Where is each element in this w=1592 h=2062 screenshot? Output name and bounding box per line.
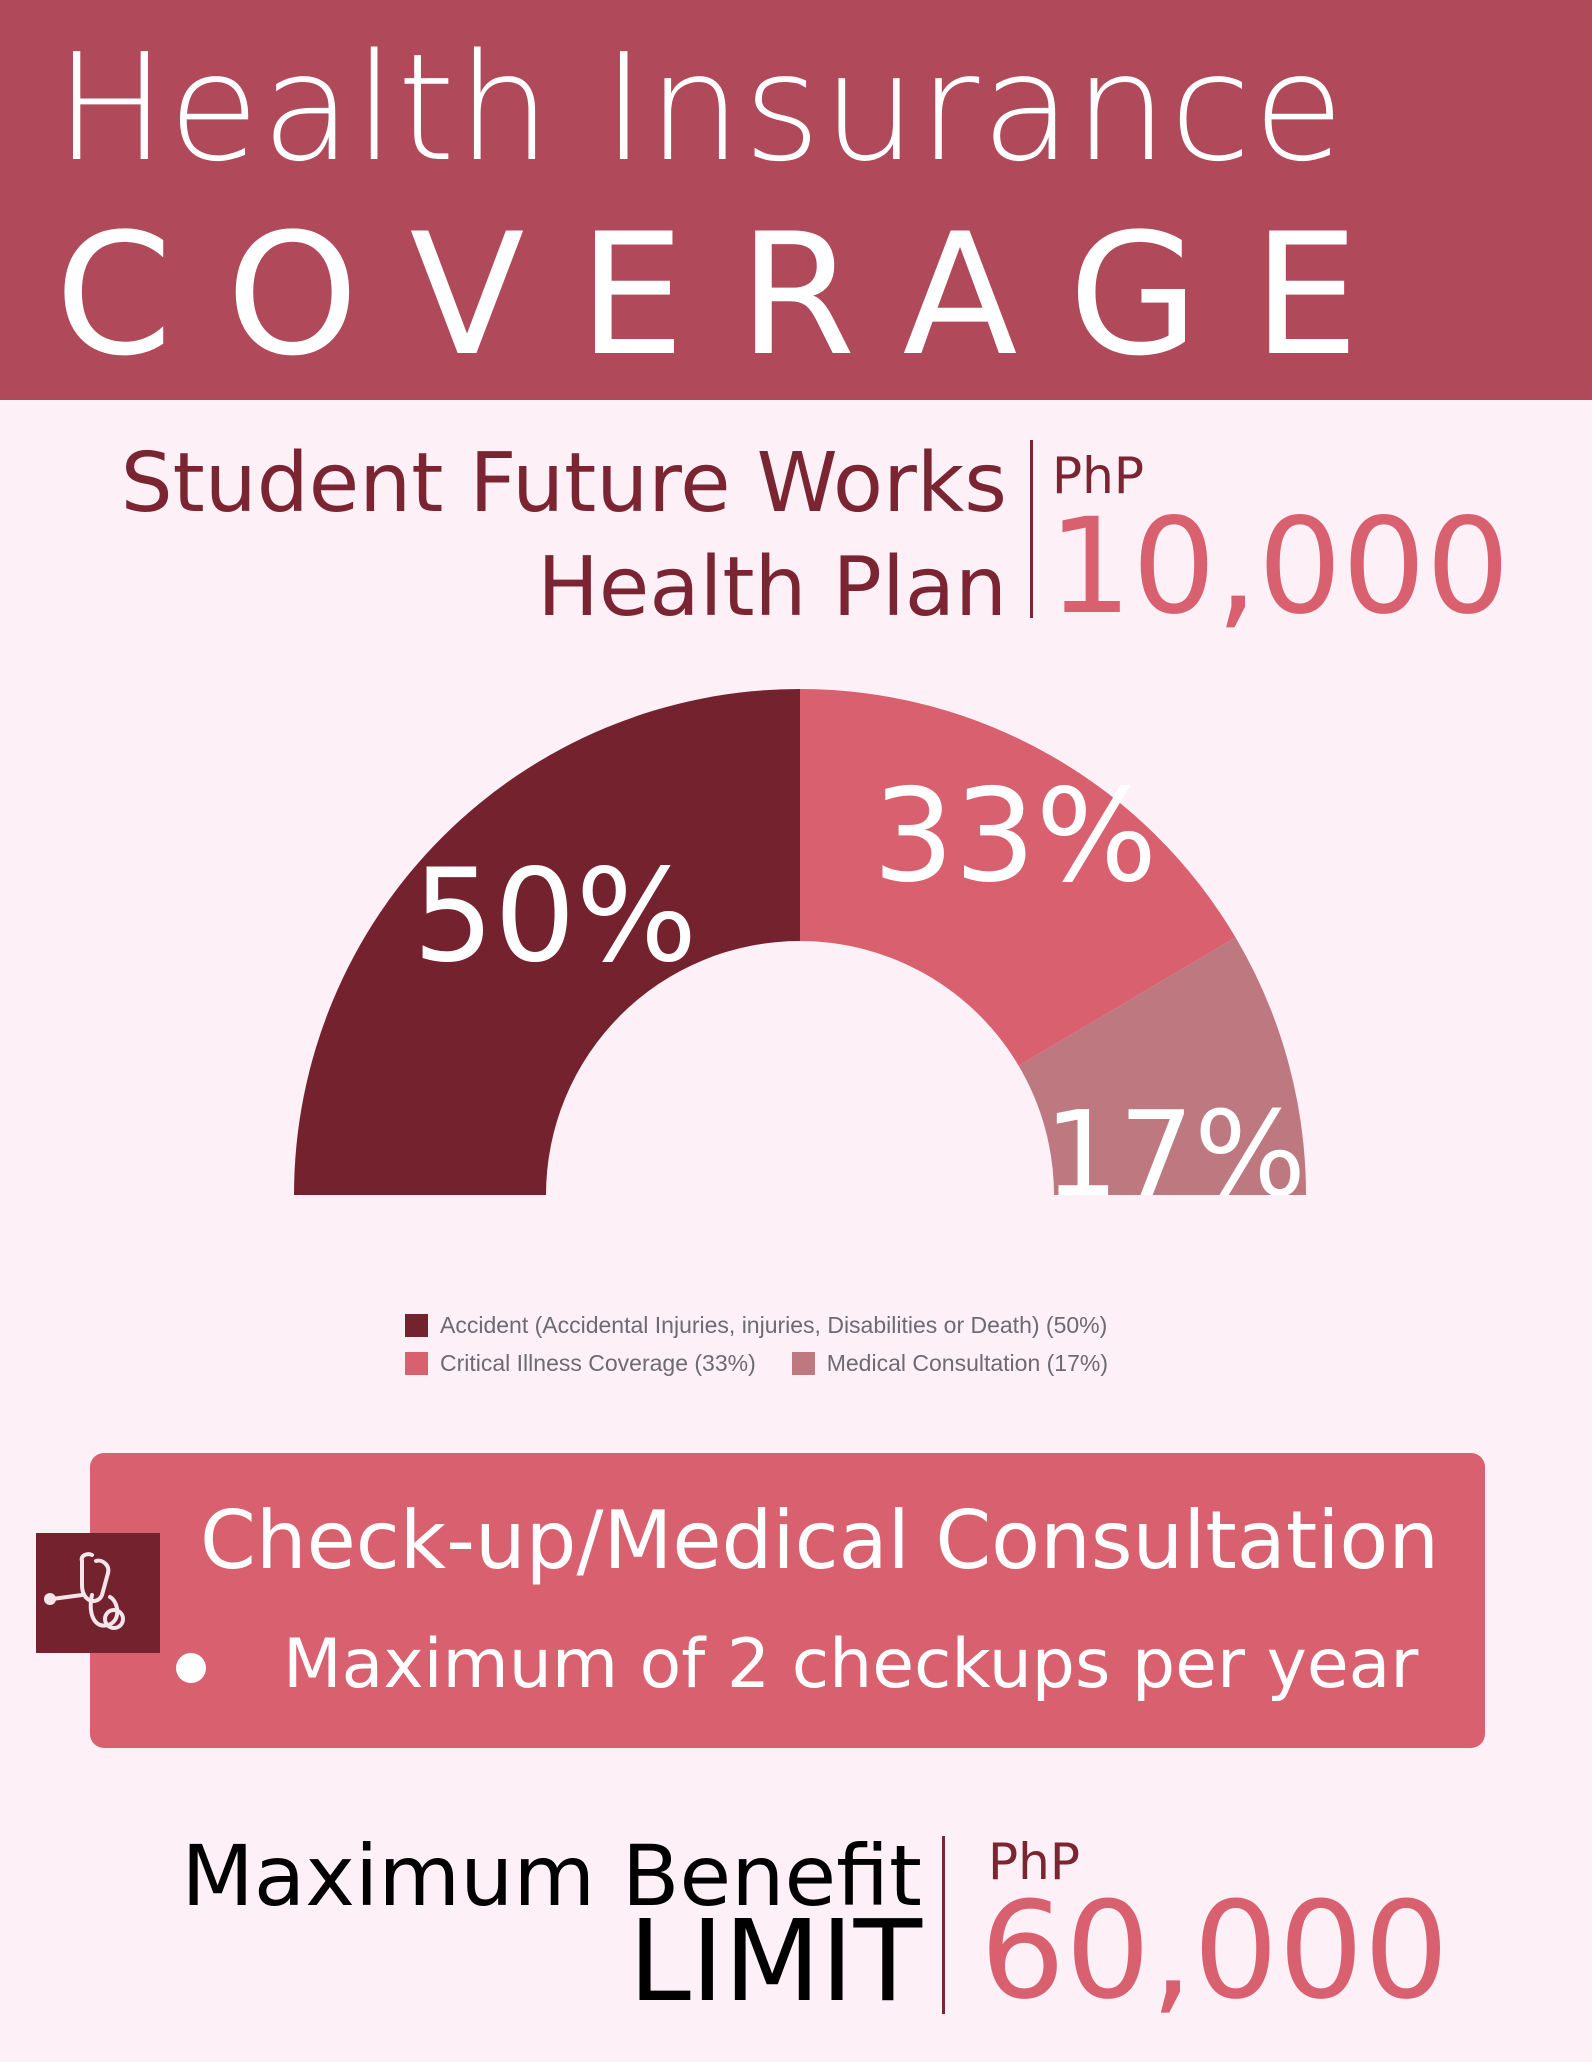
benefit-divider bbox=[942, 1836, 945, 2014]
legend-label-accident: Accident (Accidental Injuries, injuries,… bbox=[440, 1311, 1108, 1338]
legend-swatch-critical-illness bbox=[405, 1351, 428, 1375]
plan-name: Student Future Works Health Plan bbox=[121, 432, 1007, 640]
header-banner: Health Insurance COVERAGE bbox=[0, 0, 1592, 400]
title-line1: Health Insurance bbox=[55, 22, 1347, 194]
legend-item-accident: Accident (Accidental Injuries, injuries,… bbox=[405, 1312, 1107, 1339]
chart-legend: Accident (Accidental Injuries, injuries,… bbox=[405, 1306, 1305, 1382]
legend-swatch-medical-consultation bbox=[791, 1351, 815, 1375]
legend-label-medical-consultation: Medical Consultation (17%) bbox=[826, 1349, 1108, 1376]
slice-label-0: 50% bbox=[413, 842, 698, 991]
slice-label-2: 17% bbox=[1044, 1085, 1306, 1220]
plan-amount: 10,000 bbox=[1048, 490, 1510, 644]
benefit-limit-label: LIMIT bbox=[628, 1897, 922, 2027]
stethoscope-tile bbox=[36, 1533, 160, 1653]
stethoscope-icon bbox=[44, 1552, 125, 1630]
coverage-chart: 50% 33% 17% bbox=[294, 689, 1306, 1220]
slice-label-1: 33% bbox=[873, 762, 1158, 911]
title-line2: COVERAGE bbox=[55, 197, 1413, 393]
benefit-amount: 60,000 bbox=[980, 1873, 1449, 2029]
plan-divider bbox=[1030, 440, 1033, 618]
bullet-dot bbox=[176, 1653, 206, 1683]
legend-item-critical-illness: Critical Illness Coverage (33%) bbox=[405, 1350, 756, 1377]
consultation-title: Check-up/Medical Consultation bbox=[200, 1494, 1440, 1587]
plan-name-line1: Student Future Works bbox=[120, 436, 1007, 531]
consultation-bullet: Maximum of 2 checkups per year bbox=[283, 1625, 1419, 1704]
legend-item-medical-consultation: Medical Consultation (17%) bbox=[791, 1349, 1108, 1377]
plan-name-line2: Health Plan bbox=[537, 540, 1007, 635]
legend-row-1: Accident (Accidental Injuries, injuries,… bbox=[405, 1306, 1305, 1344]
legend-swatch-accident bbox=[405, 1313, 428, 1337]
legend-label-critical-illness: Critical Illness Coverage (33%) bbox=[440, 1349, 756, 1376]
legend-row-2: Critical Illness Coverage (33%) Medical … bbox=[405, 1344, 1305, 1382]
consultation-box: Check-up/Medical Consultation Maximum of… bbox=[90, 1453, 1485, 1748]
